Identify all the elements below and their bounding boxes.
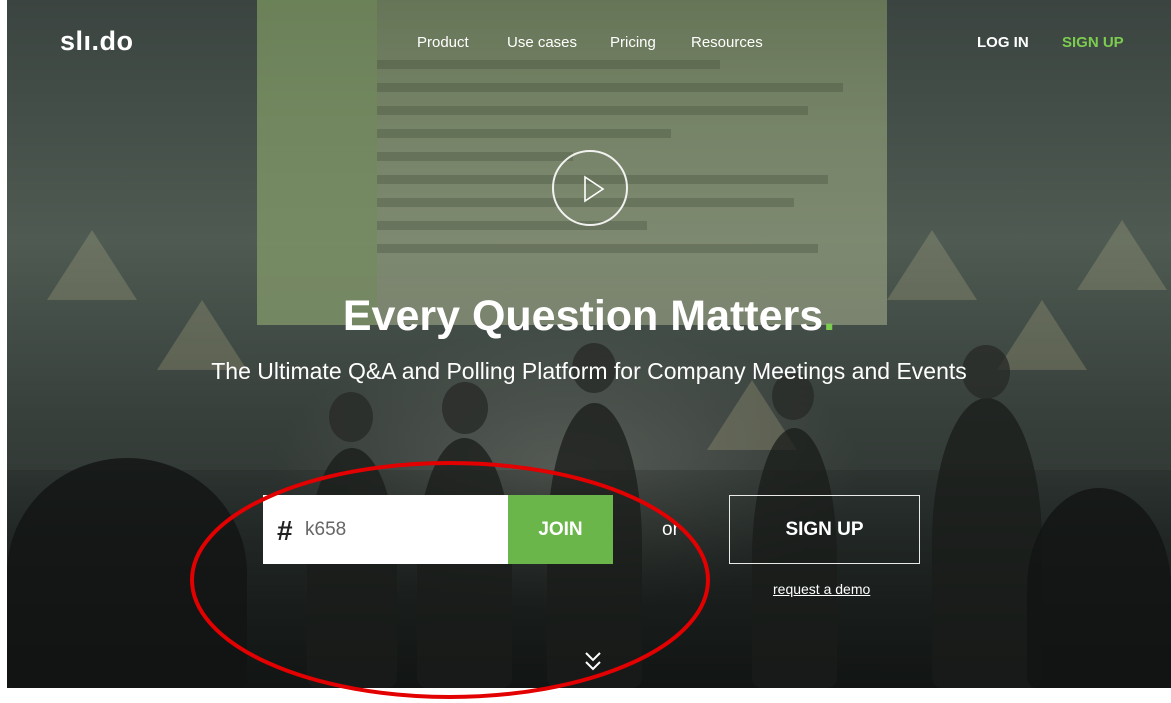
nav-item-pricing[interactable]: Pricing [610, 34, 656, 51]
nav-item-use-cases[interactable]: Use cases [507, 34, 577, 51]
login-link[interactable]: LOG IN [977, 34, 1029, 51]
background-audience [7, 458, 247, 688]
chevron-double-down-icon[interactable] [583, 650, 603, 674]
event-code-form: # JOIN [263, 495, 613, 564]
background-triangle [47, 230, 137, 300]
slido-logo[interactable]: slı.do [60, 26, 134, 57]
headline-text: Every Question Matters [342, 292, 824, 340]
or-separator: or [662, 519, 679, 540]
nav-item-resources[interactable]: Resources [691, 34, 763, 51]
nav-item-product[interactable]: Product [417, 34, 469, 51]
background-person-head [329, 392, 373, 442]
signup-button[interactable]: SIGN UP [729, 495, 920, 564]
nav-signup-link[interactable]: SIGN UP [1062, 34, 1124, 51]
page-title: Every Question Matters. [7, 292, 1171, 341]
hero-section: slı.do Product Use cases Pricing Resourc… [7, 0, 1171, 688]
background-triangle [887, 230, 977, 300]
background-screen-sidebar [257, 0, 377, 325]
background-audience [1027, 488, 1171, 688]
background-person [307, 448, 397, 688]
background-person [932, 398, 1042, 688]
event-code-input[interactable] [303, 511, 507, 549]
page-subtitle: The Ultimate Q&A and Polling Platform fo… [211, 358, 967, 384]
background-screen-text-lines [377, 60, 867, 267]
hash-icon: # [277, 515, 293, 546]
join-button[interactable]: JOIN [508, 495, 613, 564]
request-demo-link[interactable]: request a demo [773, 581, 870, 597]
background-person-head [442, 382, 488, 434]
play-icon [584, 175, 605, 203]
play-video-button[interactable] [552, 150, 628, 226]
headline-dot: . [823, 292, 836, 340]
background-triangle [1077, 220, 1167, 290]
